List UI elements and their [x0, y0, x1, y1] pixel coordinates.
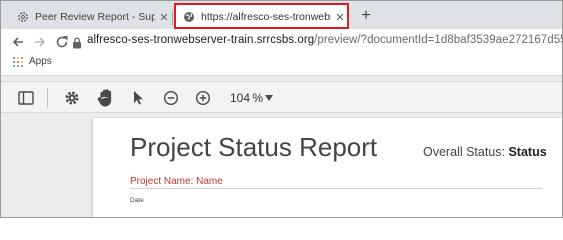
overall-status-label: Overall Status: — [423, 145, 505, 159]
apps-grid-icon — [13, 56, 23, 67]
divider — [130, 188, 542, 189]
viewer-toolbar: 104 % — [1, 81, 562, 113]
tab-separator — [172, 11, 173, 25]
reload-icon[interactable] — [53, 33, 71, 51]
bookmark-apps[interactable]: Apps — [13, 56, 52, 67]
bookmark-label: Apps — [29, 56, 52, 67]
overall-status-value: Status — [508, 145, 547, 159]
chevron-down-icon[interactable] — [263, 93, 275, 103]
close-icon[interactable]: ✕ — [333, 10, 347, 24]
document-title: Project Status Report — [130, 132, 378, 162]
document-page: Project Status Report Overall Status: St… — [93, 118, 562, 217]
zoom-level[interactable]: 104 % — [230, 91, 263, 105]
browser-window: Peer Review Report - Supervisory ✕ https… — [0, 0, 563, 218]
new-tab-button[interactable]: + — [357, 7, 375, 25]
date-label: Date — [130, 197, 144, 204]
settings-icon[interactable] — [61, 87, 83, 109]
url-path: /preview/?documentId=1d8baf3539ae272167d… — [314, 34, 562, 46]
url-host: alfresco-ses-tronwebserver-train.srrcsbs… — [87, 34, 315, 46]
zoom-in-icon[interactable] — [192, 87, 214, 109]
forward-arrow-icon[interactable] — [31, 33, 49, 51]
lock-icon[interactable] — [72, 36, 82, 49]
gear-favicon-icon — [17, 11, 29, 23]
project-name: Project Name: Name — [130, 176, 223, 187]
address-bar[interactable]: alfresco-ses-tronwebserver-train.srrcsbs… — [87, 34, 562, 46]
sidebar-toggle-icon[interactable] — [15, 87, 37, 109]
pointer-select-icon[interactable] — [127, 87, 149, 109]
navigation-bar: alfresco-ses-tronwebserver-train.srrcsbs… — [1, 29, 562, 55]
bookmarks-bar: Apps — [1, 55, 562, 71]
toolbar-divider — [47, 88, 48, 108]
back-arrow-icon[interactable] — [9, 33, 27, 51]
tab-peer-review-report[interactable]: Peer Review Report - Supervisory ✕ — [9, 5, 171, 29]
close-icon[interactable]: ✕ — [157, 10, 171, 24]
zoom-out-icon[interactable] — [160, 87, 182, 109]
globe-favicon-icon — [183, 11, 195, 23]
tab-alfresco-preview[interactable]: https://alfresco-ses-tronwebserv ✕ — [175, 5, 347, 29]
tab-title: Peer Review Report - Supervisory — [35, 11, 155, 23]
overall-status: Overall Status: Status — [423, 145, 547, 159]
hand-pan-icon[interactable] — [95, 87, 117, 109]
tab-strip: Peer Review Report - Supervisory ✕ https… — [1, 1, 562, 29]
tab-title: https://alfresco-ses-tronwebserv — [201, 11, 331, 23]
